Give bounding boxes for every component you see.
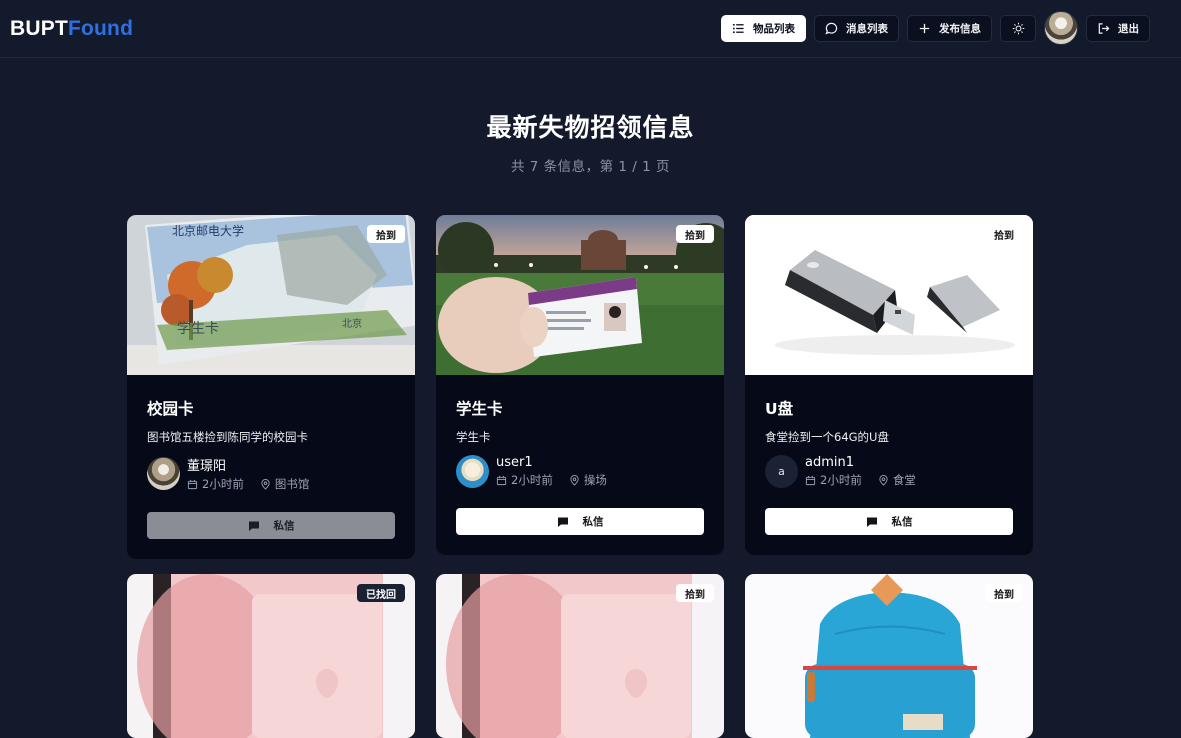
card-body: 校园卡 图书馆五楼捡到陈同学的校园卡 董璟阳 2小时前 图书馆 私信 (127, 375, 415, 559)
card-title: 校园卡 (147, 400, 194, 418)
list-icon (732, 23, 744, 33)
nav-actions: 物品列表 消息列表 发布信息 退出 (721, 11, 1150, 45)
status-badge: 拾到 (985, 584, 1023, 602)
item-card[interactable]: 拾到 U盘 食堂捡到一个64G的U盘 a admin1 2小时前 食堂 私信 (745, 215, 1033, 555)
page-subtitle: 共 7 条信息，第 1 / 1 页 (510, 159, 671, 175)
card-title: 学生卡 (456, 400, 503, 418)
brand-part-2: Found (67, 16, 134, 40)
owner-name[interactable]: admin1 (805, 455, 916, 470)
owner-avatar[interactable] (147, 457, 180, 490)
usb-drive-photo: 拾到 (745, 215, 1033, 375)
private-message-button[interactable]: 私信 (456, 508, 704, 535)
calendar-icon (805, 475, 816, 485)
card-owner: 董璟阳 2小时前 图书馆 (147, 455, 395, 492)
owner-avatar[interactable] (456, 455, 489, 488)
backpack-photo: 拾到 (745, 574, 1033, 738)
owner-avatar[interactable]: a (765, 455, 798, 488)
location-pin-icon (879, 474, 888, 486)
calendar-icon (187, 479, 198, 489)
card-description: 学生卡 (456, 430, 491, 444)
message-icon (248, 521, 259, 531)
owner-initial: a (778, 465, 785, 478)
phone-photo: 拾到 (436, 574, 724, 738)
items-list-button[interactable]: 物品列表 (721, 14, 806, 42)
card-body: U盘 食堂捡到一个64G的U盘 a admin1 2小时前 食堂 私信 (745, 375, 1033, 555)
private-message-label: 私信 (273, 520, 295, 532)
phone-photo: 已找回 (127, 574, 415, 738)
sun-icon (1012, 22, 1024, 34)
svg-text:学生卡: 学生卡 (177, 321, 219, 337)
item-card[interactable]: 学生卡 北京 北京邮电大学 拾到 校园卡 图书馆五楼捡到陈同学的校园卡 董璟阳 … (127, 215, 415, 559)
item-card[interactable]: 已找回 (127, 574, 415, 738)
messages-list-button[interactable]: 消息列表 (814, 14, 899, 42)
item-card[interactable]: 拾到 (436, 574, 724, 738)
card-body: 学生卡 学生卡 user1 2小时前 操场 私信 (436, 375, 724, 555)
private-message-button[interactable]: 私信 (765, 508, 1013, 535)
item-location: 图书馆 (274, 477, 310, 491)
private-message-label: 私信 (891, 516, 913, 528)
post-time: 2小时前 (202, 477, 244, 491)
item-card[interactable]: 拾到 学生卡 学生卡 user1 2小时前 操场 私信 (436, 215, 724, 555)
publish-label: 发布信息 (939, 22, 981, 35)
owner-name[interactable]: user1 (496, 455, 607, 470)
chat-bubble-icon (825, 22, 838, 35)
post-time: 2小时前 (511, 473, 553, 487)
logout-icon (1098, 22, 1110, 34)
svg-text:北京邮电大学: 北京邮电大学 (172, 223, 244, 238)
top-navbar: BUPTFound 物品列表 消息列表 发布信息 退出 (0, 0, 1181, 58)
item-location: 食堂 (892, 473, 916, 487)
status-badge: 拾到 (676, 225, 714, 243)
private-message-label: 私信 (582, 516, 604, 528)
card-description: 图书馆五楼捡到陈同学的校园卡 (147, 430, 308, 444)
item-location: 操场 (583, 473, 607, 487)
card-owner: user1 2小时前 操场 (456, 455, 704, 488)
message-icon (557, 517, 568, 527)
logout-label: 退出 (1118, 22, 1139, 35)
logout-button[interactable]: 退出 (1086, 14, 1150, 42)
private-message-button[interactable]: 私信 (147, 512, 395, 539)
messages-list-label: 消息列表 (846, 22, 888, 35)
page-title: 最新失物招领信息 (486, 113, 695, 142)
card-description: 食堂捡到一个64G的U盘 (765, 430, 889, 444)
post-time: 2小时前 (820, 473, 862, 487)
brand-logo[interactable]: BUPTFound (10, 17, 133, 41)
card-meta: 2小时前 图书馆 (187, 476, 309, 492)
campus-card-photo: 学生卡 北京 北京邮电大学 拾到 (127, 215, 415, 375)
card-owner: a admin1 2小时前 食堂 (765, 455, 1013, 488)
user-avatar[interactable] (1044, 11, 1078, 45)
owner-name[interactable]: 董璟阳 (187, 455, 309, 474)
card-meta: 2小时前 食堂 (805, 472, 916, 488)
item-card[interactable]: 拾到 (745, 574, 1033, 738)
message-icon (866, 517, 877, 527)
status-badge: 拾到 (985, 225, 1023, 243)
theme-toggle-button[interactable] (1000, 14, 1036, 42)
plus-icon (919, 23, 930, 33)
items-list-label: 物品列表 (753, 22, 795, 35)
location-pin-icon (261, 478, 270, 490)
card-meta: 2小时前 操场 (496, 472, 607, 488)
status-badge: 拾到 (367, 225, 405, 243)
status-badge: 已找回 (357, 584, 405, 602)
location-pin-icon (570, 474, 579, 486)
card-title: U盘 (765, 400, 794, 418)
svg-text:北京: 北京 (342, 317, 362, 330)
publish-button[interactable]: 发布信息 (907, 14, 992, 42)
calendar-icon (496, 475, 507, 485)
brand-part-1: BUPT (10, 16, 68, 40)
status-badge: 拾到 (676, 584, 714, 602)
student-card-photo: 拾到 (436, 215, 724, 375)
